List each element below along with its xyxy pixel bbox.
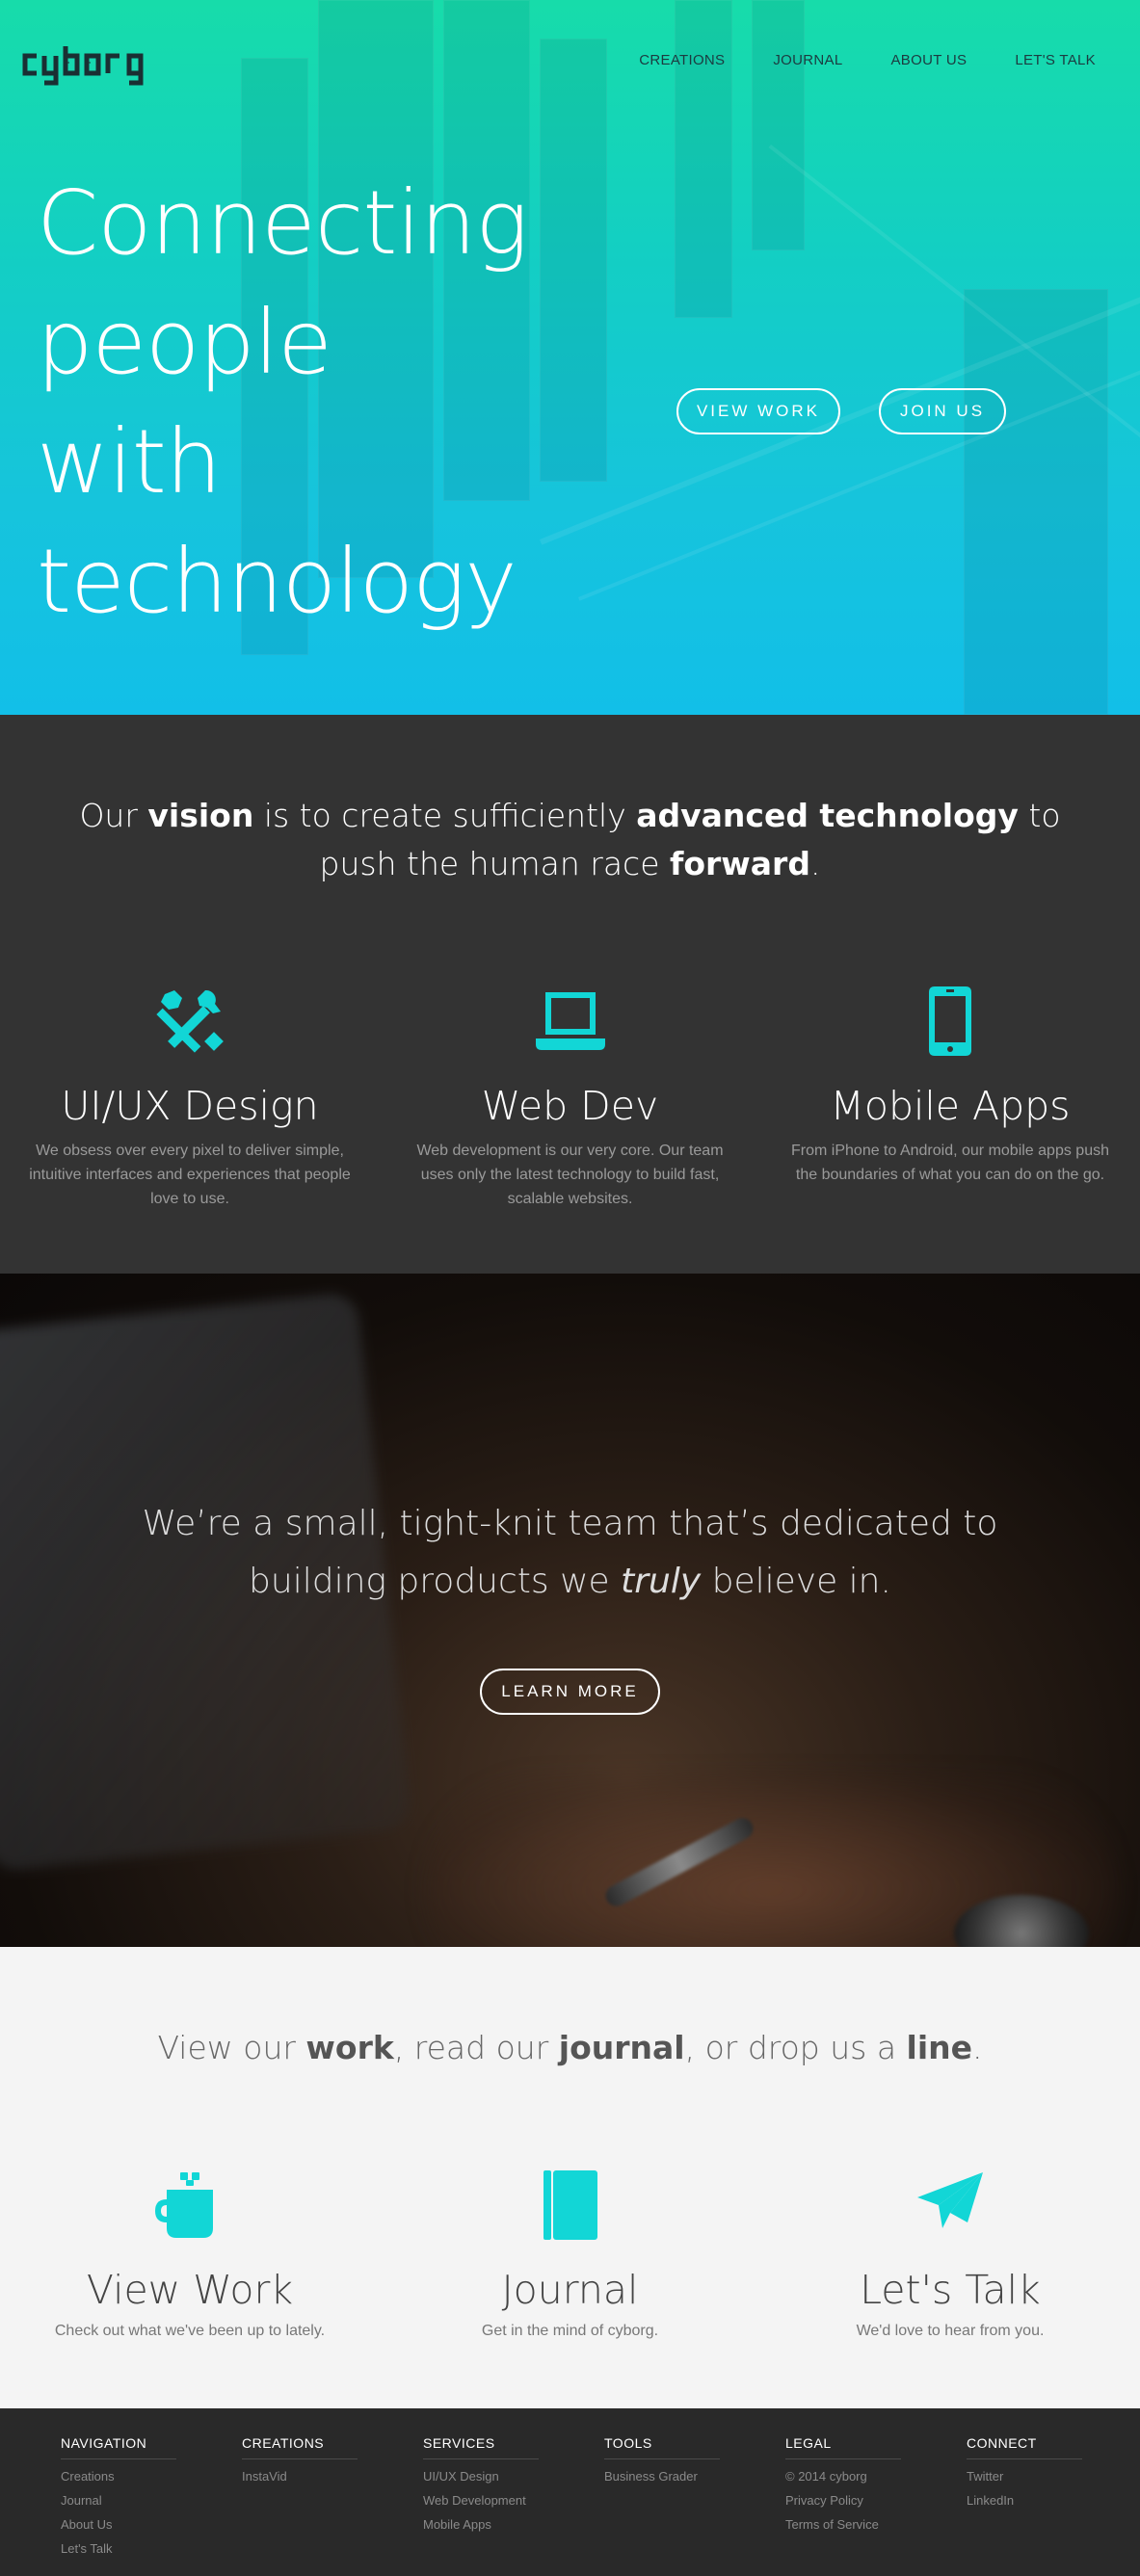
vision-text: Our — [79, 797, 148, 834]
footer-link[interactable]: Creations — [61, 2470, 242, 2484]
card-lets-talk[interactable]: Let's Talk We'd love to hear from you. — [760, 2169, 1140, 2340]
paper-plane-icon — [917, 2172, 983, 2228]
phone-icon — [929, 986, 971, 1056]
footer-heading: SERVICES — [423, 2435, 539, 2459]
links-emphasis: work — [305, 2029, 394, 2066]
vision-emphasis: advanced technology — [636, 797, 1019, 834]
learn-more-button[interactable]: LEARN MORE — [480, 1669, 660, 1715]
service-web-dev: Web Dev Web development is our very core… — [380, 985, 760, 1211]
nav-lets-talk[interactable]: LET'S TALK — [1015, 52, 1096, 68]
service-ui-ux: UI/UX Design We obsess over every pixel … — [0, 985, 380, 1211]
tools-icon — [156, 989, 224, 1053]
footer-column-connect: CONNECT Twitter LinkedIn — [967, 2435, 1140, 2556]
footer-heading: TOOLS — [604, 2435, 720, 2459]
card-view-work[interactable]: View Work Check out what we've been up t… — [0, 2169, 380, 2340]
hero-title-line: with — [37, 410, 222, 513]
book-icon — [543, 2170, 597, 2240]
team-emphasis: truly — [621, 1562, 702, 1601]
card-journal[interactable]: Journal Get in the mind of cyborg. — [380, 2169, 760, 2340]
footer-link[interactable]: UI/UX Design — [423, 2470, 604, 2484]
service-title: Web Dev — [481, 1083, 659, 1129]
service-description: From iPhone to Android, our mobile apps … — [791, 1143, 1109, 1183]
vision-section: Our vision is to create sufficiently adv… — [0, 715, 1140, 1274]
vision-emphasis: vision — [147, 797, 254, 834]
vision-text: . — [809, 845, 821, 882]
vision-text: push the human race — [319, 845, 670, 882]
services-row: UI/UX Design We obsess over every pixel … — [0, 985, 1140, 1211]
footer-columns: NAVIGATION Creations Journal About Us Le… — [61, 2435, 1140, 2556]
team-text: building products we — [249, 1562, 622, 1601]
hero-title-line: people — [37, 291, 332, 394]
footer-column-creations: CREATIONS InstaVid — [242, 2435, 423, 2556]
card-title: Let's Talk — [860, 2267, 1041, 2313]
links-text: , or drop us a — [684, 2029, 907, 2066]
footer-link[interactable]: Terms of Service — [785, 2518, 967, 2532]
card-description: Check out what we've been up to lately. — [54, 2323, 326, 2339]
nav-links: CREATIONS JOURNAL ABOUT US LET'S TALK — [639, 52, 1096, 68]
footer: NAVIGATION Creations Journal About Us Le… — [0, 2408, 1140, 2576]
footer-link[interactable]: Journal — [61, 2494, 242, 2508]
team-section: We’re a small, tight-knit team that’s de… — [0, 1274, 1140, 1947]
service-description: Web development is our very core. Our te… — [416, 1143, 724, 1207]
vision-text: is to create sufficiently — [253, 797, 637, 834]
footer-link[interactable]: Web Development — [423, 2494, 604, 2508]
cyborg-logo[interactable] — [21, 42, 204, 87]
card-title: View Work — [86, 2267, 294, 2313]
footer-column-navigation: NAVIGATION Creations Journal About Us Le… — [61, 2435, 242, 2556]
footer-heading: NAVIGATION — [61, 2435, 176, 2459]
footer-heading: CREATIONS — [242, 2435, 358, 2459]
service-mobile-apps: Mobile Apps From iPhone to Android, our … — [760, 985, 1140, 1211]
footer-link[interactable]: Let's Talk — [61, 2542, 242, 2556]
footer-column-tools: TOOLS Business Grader — [604, 2435, 785, 2556]
footer-link[interactable]: LinkedIn — [967, 2494, 1140, 2508]
links-section: View our work, read our journal, or drop… — [0, 1947, 1140, 2408]
links-emphasis: line — [906, 2029, 973, 2066]
footer-copyright: © 2014 cyborg — [785, 2469, 867, 2484]
footer-link[interactable]: InstaVid — [242, 2470, 423, 2484]
links-text: . — [972, 2029, 983, 2066]
footer-link[interactable]: Privacy Policy — [785, 2494, 967, 2508]
service-title: UI/UX Design — [61, 1083, 319, 1129]
hero-title-line: Connecting — [37, 171, 528, 275]
team-text: We’re a small, tight-knit team that’s de… — [142, 1504, 998, 1543]
join-us-button[interactable]: JOIN US — [879, 388, 1006, 434]
team-text: believe in. — [701, 1562, 891, 1601]
top-nav: CREATIONS JOURNAL ABOUT US LET'S TALK — [0, 0, 1140, 123]
hero-title: Connecting people with technology — [37, 164, 528, 642]
hero-title-line: technology — [37, 530, 517, 633]
hero-section: CREATIONS JOURNAL ABOUT US LET'S TALK Co… — [0, 0, 1140, 715]
view-work-button[interactable]: VIEW WORK — [676, 388, 840, 434]
links-cards: View Work Check out what we've been up t… — [0, 2169, 1140, 2340]
nav-creations[interactable]: CREATIONS — [639, 52, 725, 68]
footer-link[interactable]: Mobile Apps — [423, 2518, 604, 2532]
laptop-icon — [535, 992, 605, 1050]
card-description: Get in the mind of cyborg. — [481, 2323, 659, 2339]
footer-column-legal: LEGAL © 2014 cyborg Privacy Policy Terms… — [785, 2435, 967, 2556]
footer-link[interactable]: About Us — [61, 2518, 242, 2532]
links-text: View our — [157, 2029, 306, 2066]
nav-journal[interactable]: JOURNAL — [773, 52, 842, 68]
links-emphasis: journal — [558, 2029, 685, 2066]
card-title: Journal — [501, 2267, 639, 2313]
vision-text: to — [1018, 797, 1061, 834]
coffee-mug-icon — [155, 2172, 213, 2238]
footer-column-services: SERVICES UI/UX Design Web Development Mo… — [423, 2435, 604, 2556]
vision-emphasis: forward — [669, 845, 810, 882]
service-title: Mobile Apps — [830, 1083, 1071, 1129]
vision-statement: Our vision is to create sufficiently adv… — [0, 792, 1140, 888]
team-statement: We’re a small, tight-knit team that’s de… — [0, 1495, 1140, 1611]
footer-heading: LEGAL — [785, 2435, 901, 2459]
links-text: , read our — [393, 2029, 559, 2066]
nav-about-us[interactable]: ABOUT US — [891, 52, 968, 68]
service-description: We obsess over every pixel to deliver si… — [29, 1143, 351, 1207]
footer-link[interactable]: Business Grader — [604, 2470, 785, 2484]
footer-link[interactable]: Twitter — [967, 2470, 1140, 2484]
footer-heading: CONNECT — [967, 2435, 1082, 2459]
card-description: We'd love to hear from you. — [856, 2323, 1045, 2339]
links-statement: View our work, read our journal, or drop… — [0, 2024, 1140, 2072]
